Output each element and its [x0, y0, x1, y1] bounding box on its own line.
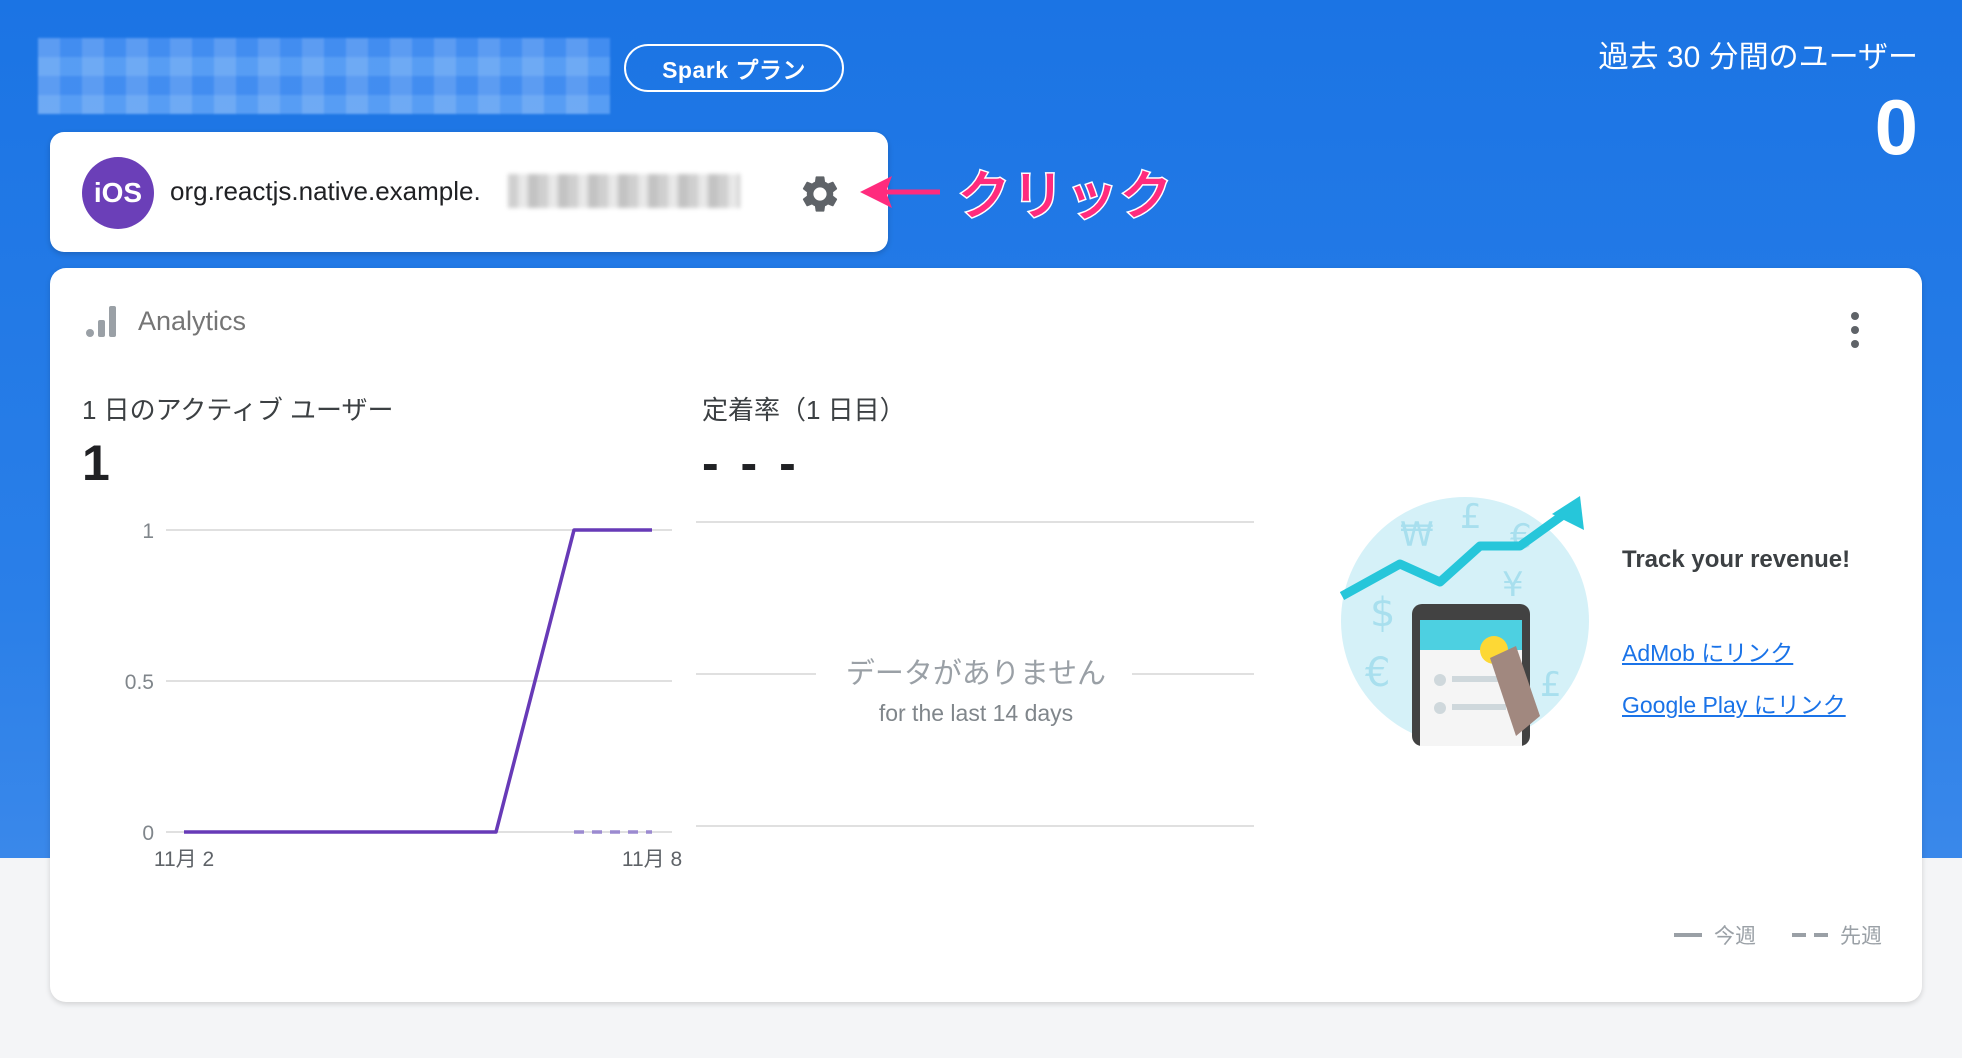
no-data-subtitle: for the last 14 days: [878, 700, 1074, 726]
svg-text:£: £: [1540, 665, 1562, 705]
metric-label-dau: 1 日のアクティブ ユーザー: [82, 395, 394, 425]
bundle-id-redacted: [508, 174, 740, 208]
plan-badge[interactable]: Spark プラン: [624, 44, 844, 92]
no-data-message: データがありません: [845, 658, 1107, 690]
svg-text:₩: ₩: [1400, 515, 1434, 555]
analytics-card: Analytics 1 日のアクティブ ユーザー 1 定着率（1 日目） - -…: [50, 268, 1922, 1002]
analytics-bars-icon: [86, 306, 116, 337]
annotation-click-label: クリック: [956, 167, 1175, 228]
metric-label-retention: 定着率（1 日目）: [702, 395, 906, 425]
y-tick-label: 1: [142, 520, 154, 543]
annotation-arrow-icon: [860, 176, 940, 208]
project-name-redacted: [38, 38, 610, 114]
legend-last-week: 先週: [1792, 920, 1882, 950]
legend-this-week-label: 今週: [1714, 925, 1756, 948]
analytics-title: Analytics: [138, 306, 247, 336]
promo-title: Track your revenue!: [1622, 546, 1851, 573]
legend-solid-swatch: [1674, 933, 1702, 937]
x-tick-label: 11月 8: [622, 848, 682, 871]
realtime-users-label: 過去 30 分間のユーザー: [1598, 41, 1918, 74]
y-tick-label: 0: [142, 822, 154, 845]
app-bundle-id: org.reactjs.native.example.: [170, 176, 481, 206]
y-tick-label: 0.5: [125, 671, 154, 694]
legend-last-week-label: 先週: [1840, 925, 1882, 948]
legend-this-week: 今週: [1674, 920, 1756, 950]
admob-link[interactable]: AdMob にリンク: [1622, 634, 1793, 668]
metric-value-retention: - - -: [702, 435, 800, 491]
more-options-icon[interactable]: [1850, 312, 1860, 348]
x-tick-label: 11月 2: [154, 848, 214, 871]
realtime-users-value: 0: [1874, 83, 1918, 171]
legend-dashed-swatch: [1792, 933, 1832, 937]
svg-text:€: €: [1365, 650, 1390, 696]
app-card[interactable]: iOS org.reactjs.native.example.: [50, 132, 888, 252]
google-play-link[interactable]: Google Play にリンク: [1622, 686, 1846, 720]
metric-value-dau: 1: [82, 435, 110, 491]
dau-line-chart: 0 0.5 1 11月 2 11月 8: [125, 520, 682, 871]
ios-platform-badge: iOS: [82, 157, 154, 229]
gear-icon[interactable]: [798, 172, 842, 216]
svg-text:$: $: [1370, 590, 1395, 636]
revenue-illustration: ₩ £ € ¥ $ € £: [1340, 496, 1589, 746]
svg-text:¥: ¥: [1502, 565, 1524, 605]
svg-text:£: £: [1460, 497, 1482, 537]
